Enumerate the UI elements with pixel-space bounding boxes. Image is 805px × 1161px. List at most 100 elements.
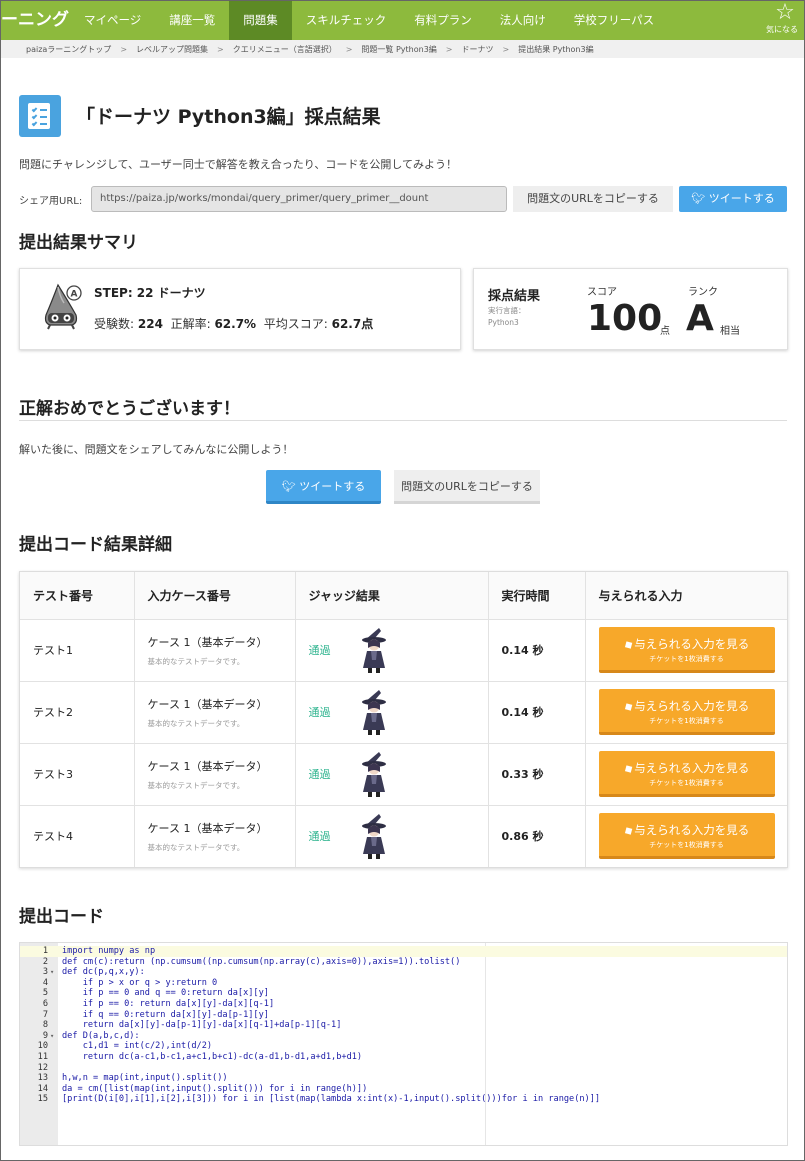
congrats-tweet-button[interactable]: 🐦︎ ツイートする xyxy=(266,470,381,504)
judge-result: 通過 xyxy=(308,830,331,844)
case-description: 基本的なテストデータです。 xyxy=(147,842,245,852)
given-input-cell: ◆与えられる入力を見る チケットを1枚消費する xyxy=(585,681,787,744)
print-margin xyxy=(485,943,486,1145)
nav-items: マイページ 講座一覧 問題集 スキルチェック 有料プラン 法人向け 学校フリーパス xyxy=(70,0,668,40)
case-name: ケース 1（基本データ） xyxy=(147,759,268,773)
line-number: 8 xyxy=(42,1020,48,1031)
view-input-button[interactable]: ◆与えられる入力を見る チケットを1枚消費する xyxy=(598,813,775,860)
line-number: 4 xyxy=(42,977,48,988)
ticket-icon: ◆ xyxy=(621,698,635,715)
congrats-tweet-label: ツイートする xyxy=(299,479,366,493)
divider xyxy=(19,420,787,421)
language-info: 実行言語： Python3 xyxy=(488,305,526,329)
breadcrumb-item[interactable]: ドーナツ xyxy=(462,44,494,55)
col-test-number: テスト番号 xyxy=(20,572,135,620)
copy-url-label: 問題文のURLをコピーする xyxy=(527,192,659,205)
code-text: def dc(p,q,x,y): xyxy=(62,967,145,978)
breadcrumb-item: 提出結果 Python3編 xyxy=(518,44,594,54)
congrats-copy-url-button[interactable]: 問題文のURLをコピーする xyxy=(394,470,540,504)
view-input-button[interactable]: ◆与えられる入力を見る チケットを1枚消費する xyxy=(598,689,775,735)
tweet-label: ツイートする xyxy=(708,192,775,205)
ticket-icon: ◆ xyxy=(621,636,635,653)
exec-time: 0.14 秒 xyxy=(501,706,544,719)
character-icon xyxy=(361,752,386,797)
twitter-bird-icon: 🐦︎ xyxy=(691,192,709,205)
nav-item[interactable]: マイページ xyxy=(70,0,155,40)
exec-time-cell: 0.86 秒 xyxy=(488,805,586,867)
step-title: STEP: 22 ドーナツ xyxy=(94,286,206,300)
code-text: def cm(c):return (np.cumsum((np.cumsum(n… xyxy=(62,956,461,967)
congrats-subtext: 解いた後に、問題文をシェアしてみんなに公開しよう！ xyxy=(19,443,294,456)
nav-item[interactable]: 有料プラン xyxy=(400,0,486,40)
checklist-icon xyxy=(19,95,61,137)
result-label: 採点結果 xyxy=(488,289,541,304)
given-input-cell: ◆与えられる入力を見るチケットを1枚消費する xyxy=(585,743,787,806)
breadcrumb-separator: > xyxy=(445,44,453,54)
line-number: 1 xyxy=(42,946,48,956)
avg-score-label: 平均スコア: xyxy=(263,317,328,331)
nav-item[interactable]: 法人向け xyxy=(486,0,560,40)
tweet-button[interactable]: 🐦︎ ツイートする xyxy=(679,186,787,212)
given-input-cell: ◆与えられる入力を見る チケットを1枚消費する xyxy=(585,805,787,867)
code-editor[interactable]: 1 import numpy as np 2 def cm(c):return (np… xyxy=(19,942,788,1146)
test-number: テスト1 xyxy=(20,619,135,682)
table-row: テスト3 ケース 1（基本データ） 基本的なテストデータです。 通過 0.33 秒 ◆与え… xyxy=(20,743,787,806)
breadcrumb-item[interactable]: クエリメニュー（言語選択） xyxy=(233,44,337,55)
rank-value: A xyxy=(686,298,714,339)
ticket-cost-label: チケットを1枚消費する xyxy=(649,779,724,787)
twitter-bird-icon: 🐦︎ xyxy=(281,479,300,493)
code-heading: 提出コード xyxy=(19,907,104,927)
line-number: 10 xyxy=(37,1041,48,1052)
judge-cell: 通過 xyxy=(295,805,489,867)
judge-cell: 通過 xyxy=(295,743,489,806)
case-description: 基本的なテストデータです。 xyxy=(147,780,245,790)
breadcrumb-item[interactable]: paizaラーニングトップ xyxy=(26,44,111,55)
favorite-button[interactable]: ☆ 気になる xyxy=(766,2,802,36)
ticket-icon: ◆ xyxy=(621,760,635,777)
details-heading: 提出コード結果詳細 xyxy=(19,535,172,555)
table-row: テスト1 ケース 1（基本データ） 基本的なテストデータです。 通過 0.14 秒 ◆与え… xyxy=(20,619,787,682)
brand-logo[interactable]: ーニング xyxy=(0,0,70,40)
view-input-label: 与えられる入力を見る xyxy=(634,761,750,775)
share-url-field[interactable]: https://paiza.jp/works/mondai/query_prim… xyxy=(91,186,507,212)
score-card: 採点結果 実行言語： Python3 スコア 100 点 ランク A 相当 xyxy=(473,268,788,350)
case-name: ケース 1（基本データ） xyxy=(147,635,268,649)
copy-url-button[interactable]: 問題文のURLをコピーする xyxy=(513,186,673,212)
code-text: if q == 0:return da[x][y]-da[p-1][y] xyxy=(62,1009,269,1020)
line-number: 2 xyxy=(42,956,48,967)
test-number: テスト3 xyxy=(20,743,135,806)
ticket-icon: ◆ xyxy=(621,823,635,839)
code-text: if p == 0: return da[x][y]-da[x][q-1] xyxy=(62,999,275,1009)
language-label: 実行言語： xyxy=(488,306,526,315)
nav-item[interactable]: スキルチェック xyxy=(292,0,401,40)
breadcrumb-separator: > xyxy=(120,44,128,54)
ticket-cost-label: チケットを1枚消費する xyxy=(649,655,724,663)
view-input-label: 与えられる入力を見る xyxy=(634,823,750,838)
page-title: 「ドーナツ Python3編」採点結果 xyxy=(76,106,381,128)
view-input-button[interactable]: ◆与えられる入力を見る チケットを1枚消費する xyxy=(598,627,775,673)
exec-time: 0.33 秒 xyxy=(501,768,544,781)
line-number: 6 xyxy=(42,999,48,1009)
top-navigation: ーニング マイページ 講座一覧 問題集 スキルチェック 有料プラン 法人向け 学校フリーパス… xyxy=(0,0,805,40)
input-case-cell: ケース 1（基本データ） 基本的なテストデータです。 xyxy=(134,805,296,867)
code-text: def D(a,b,c,d): xyxy=(62,1030,140,1041)
judge-result: 通過 xyxy=(308,644,331,657)
code-text: if p == 0 and q == 0:return da[x][y] xyxy=(62,988,269,999)
step-summary-card: A STEP: 22 ドーナツ 受験数: 224 正解率: 62.7% 平均スコ… xyxy=(19,268,461,350)
code-text: return da[x][y]-da[p-1][y]-da[x][q-1]+da… xyxy=(62,1020,342,1031)
fold-arrow-icon[interactable]: ▾ xyxy=(50,967,54,978)
breadcrumb-item[interactable]: レベルアップ問題集 xyxy=(136,44,208,55)
breadcrumb-item[interactable]: 問題一覧 Python3編 xyxy=(361,44,436,55)
line-number: 13 xyxy=(37,1073,48,1084)
nav-item[interactable]: 問題集 xyxy=(229,0,292,40)
case-description: 基本的なテストデータです。 xyxy=(147,718,245,728)
fold-arrow-icon[interactable]: ▾ xyxy=(50,1031,54,1042)
score-unit: 点 xyxy=(660,326,670,337)
line-number: 7 xyxy=(42,1009,48,1020)
nav-item[interactable]: 学校フリーパス xyxy=(560,0,668,40)
mascot-icon: A xyxy=(44,283,82,330)
nav-item[interactable]: 講座一覧 xyxy=(155,0,229,40)
examinees-value: 224 xyxy=(137,317,163,331)
breadcrumb: paizaラーニングトップ > レベルアップ問題集 > クエリメニュー（言語選択） > 問題… xyxy=(0,40,805,58)
view-input-button[interactable]: ◆与えられる入力を見るチケットを1枚消費する xyxy=(598,751,775,797)
